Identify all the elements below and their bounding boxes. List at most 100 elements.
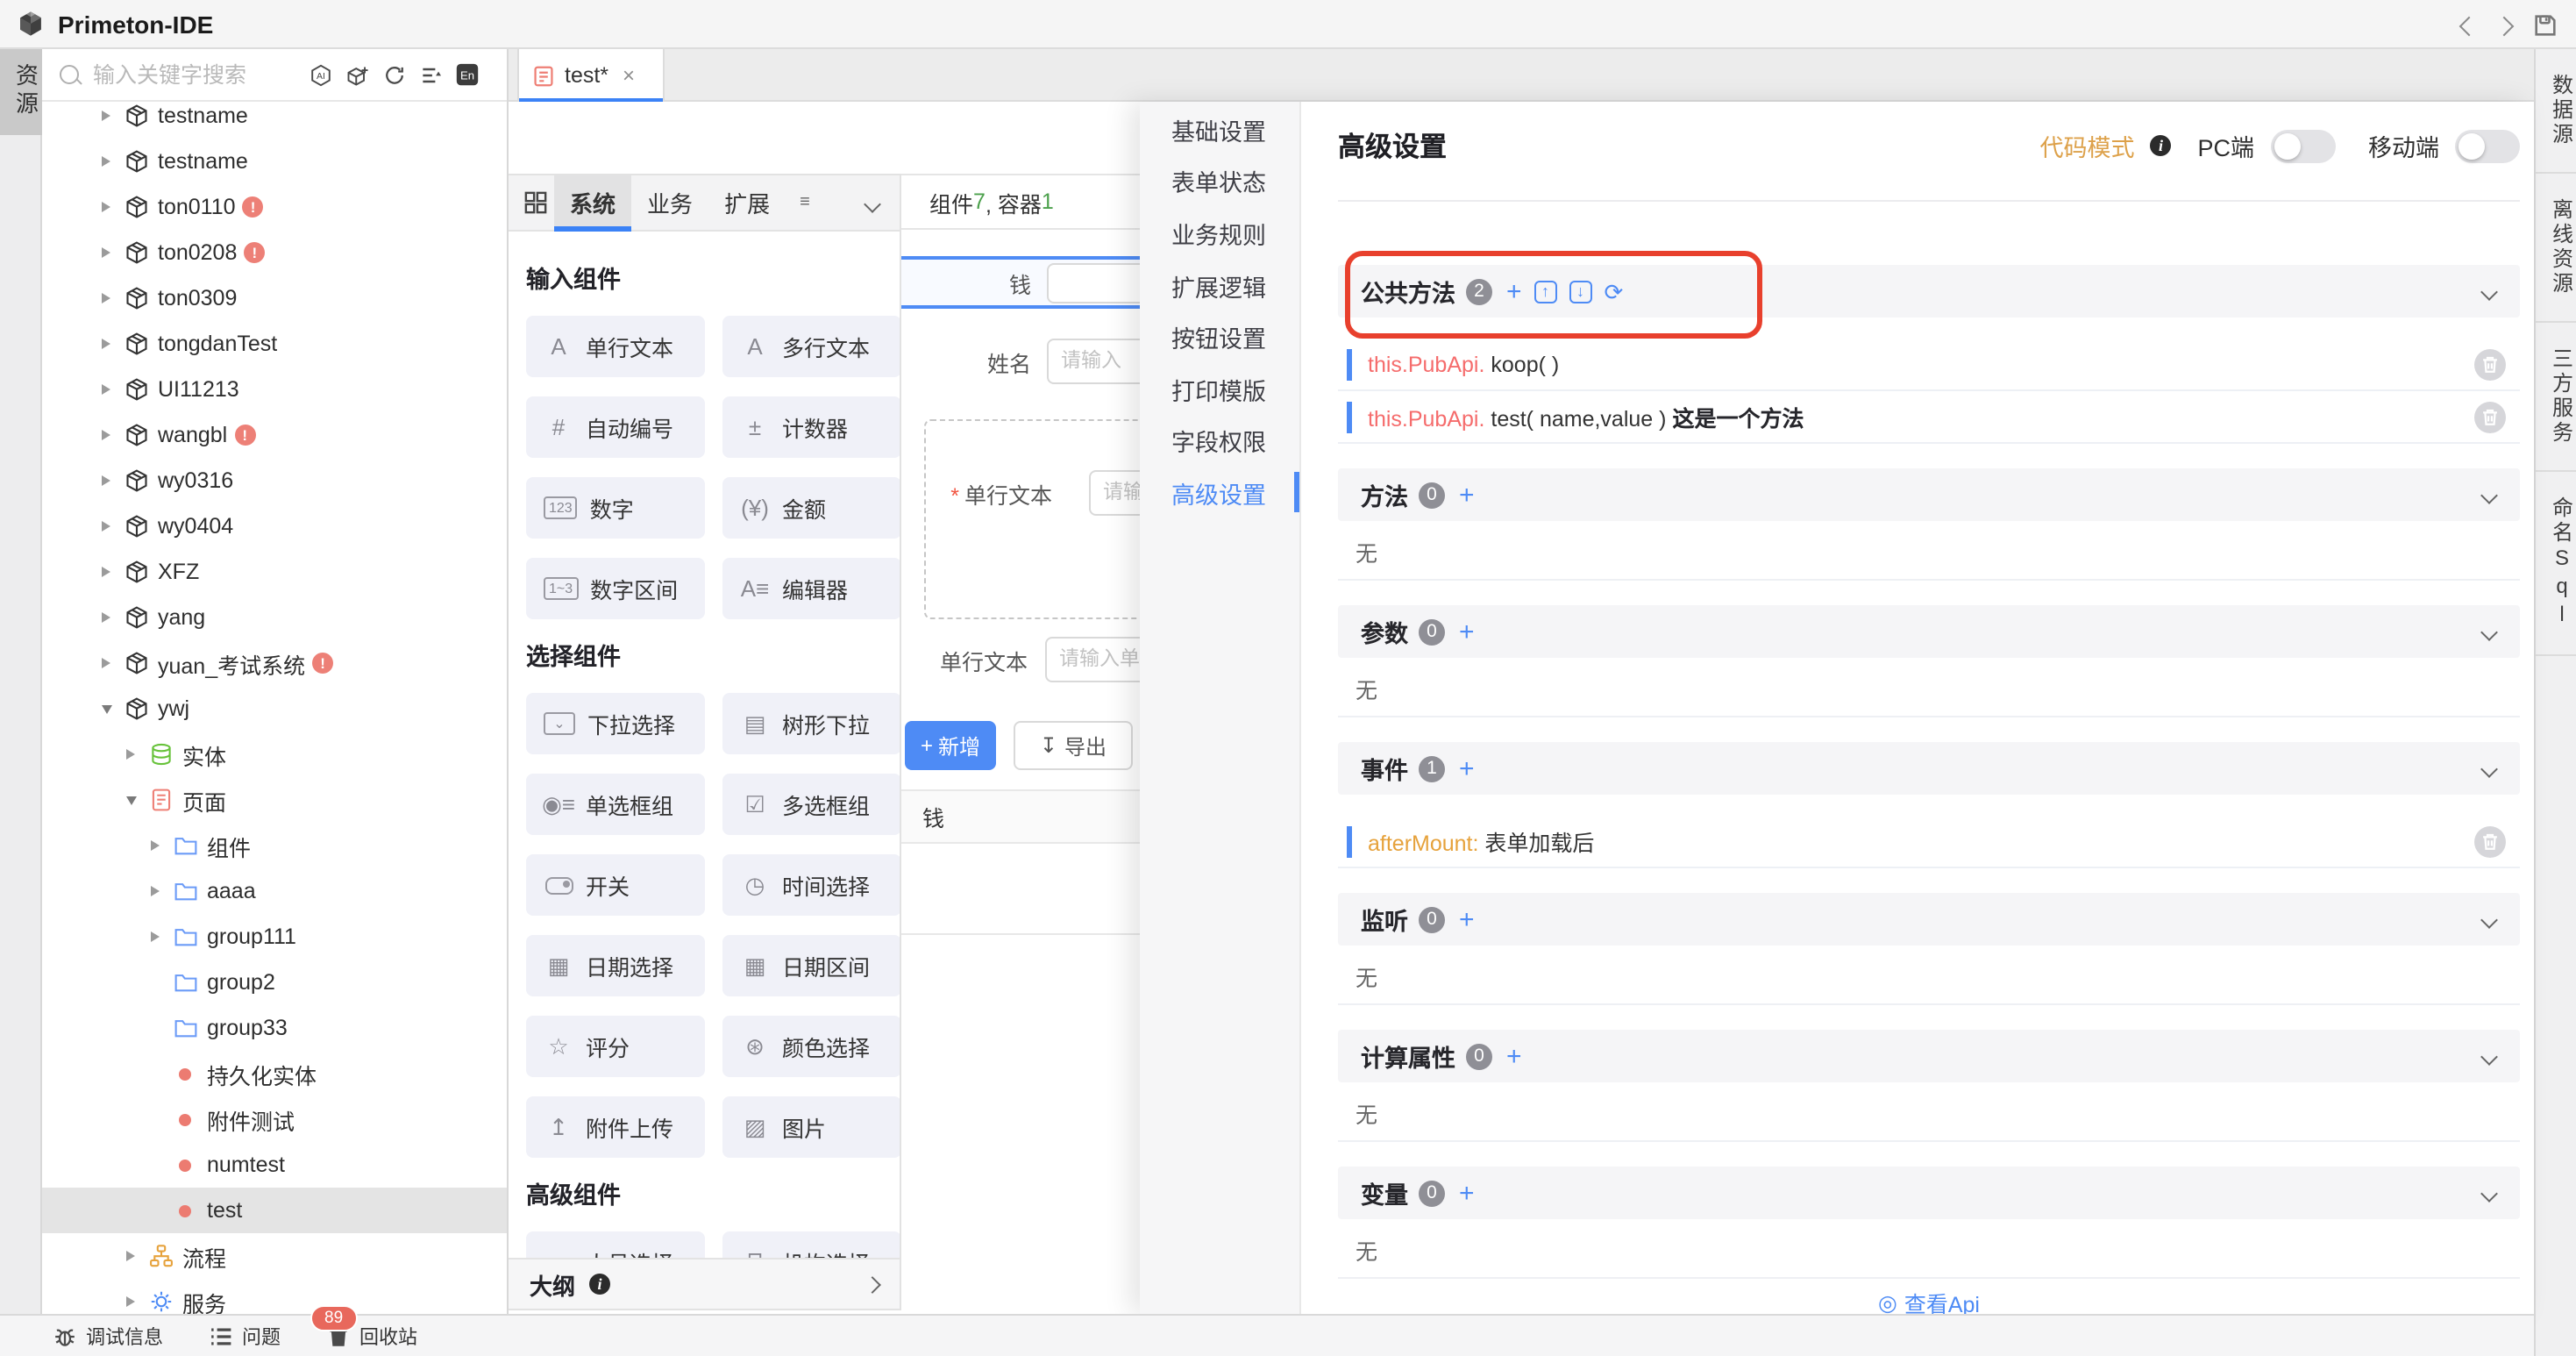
- tree-item-group33[interactable]: group33: [42, 1005, 507, 1051]
- bottom-bar-问题[interactable]: 问题89: [209, 1322, 281, 1350]
- add-icon[interactable]: +: [1459, 618, 1475, 645]
- export-button[interactable]: ↧导出: [1014, 721, 1133, 770]
- tree-item-group111[interactable]: group111: [42, 914, 507, 960]
- tree-item-UI11213[interactable]: UI11213: [42, 367, 507, 412]
- tree-item-tongdanTest[interactable]: tongdanTest: [42, 321, 507, 367]
- settings-menu-扩展逻辑[interactable]: 扩展逻辑: [1140, 260, 1299, 311]
- tree-item-实体[interactable]: 实体: [42, 732, 507, 777]
- palette-item-日期区间[interactable]: ▦日期区间: [722, 935, 901, 996]
- section-header-变量[interactable]: 变量0+: [1338, 1167, 2520, 1219]
- section-header-方法[interactable]: 方法0+: [1338, 468, 2520, 521]
- section-header-事件[interactable]: 事件1+: [1338, 742, 2520, 795]
- method-row[interactable]: afterMount: 表单加载后: [1338, 816, 2520, 868]
- tab-close-icon[interactable]: ×: [623, 65, 635, 86]
- expand-arrow-right[interactable]: [102, 339, 123, 349]
- palette-item-颜色选择[interactable]: ⊛颜色选择: [722, 1016, 901, 1077]
- single-text-input[interactable]: [1045, 637, 1140, 682]
- palette-item-附件上传[interactable]: ↥附件上传: [526, 1096, 705, 1158]
- palette-item-金额[interactable]: (¥)金额: [722, 477, 901, 539]
- import-icon[interactable]: ↓: [1569, 280, 1592, 303]
- expand-arrow-right[interactable]: [102, 475, 123, 486]
- expand-arrow-right[interactable]: [126, 749, 147, 760]
- tree-item-服务[interactable]: 服务: [42, 1279, 507, 1314]
- code-mode-info-icon[interactable]: i: [2150, 135, 2171, 156]
- expand-arrow-right[interactable]: [151, 886, 172, 896]
- rail-tab-离线资源[interactable]: 离线资源: [2536, 174, 2576, 323]
- expand-arrow-right[interactable]: [102, 658, 123, 668]
- tree-item-test[interactable]: test: [42, 1188, 507, 1233]
- tree-item-ywj[interactable]: ywj: [42, 686, 507, 732]
- expand-arrow-right[interactable]: [102, 202, 123, 212]
- add-icon[interactable]: +: [1506, 1043, 1522, 1069]
- palette-item-自动编号[interactable]: #自动编号: [526, 396, 705, 458]
- tree-item-wy0404[interactable]: wy0404: [42, 503, 507, 549]
- expand-arrow-right[interactable]: [151, 840, 172, 851]
- pc-toggle[interactable]: [2270, 129, 2335, 162]
- settings-menu-基础设置[interactable]: 基础设置: [1140, 103, 1299, 155]
- add-icon[interactable]: +: [1459, 1180, 1475, 1206]
- palette-item-日期选择[interactable]: ▦日期选择: [526, 935, 705, 996]
- palette-item-数字区间[interactable]: 1~3数字区间: [526, 558, 705, 619]
- ai-assistant-icon[interactable]: AI: [307, 61, 333, 88]
- chevron-down-icon[interactable]: [2480, 1185, 2498, 1203]
- expand-arrow-right[interactable]: [102, 247, 123, 258]
- chevron-down-icon[interactable]: [2480, 760, 2498, 778]
- section-header-参数[interactable]: 参数0+: [1338, 605, 2520, 658]
- palette-item-单选框组[interactable]: ◉≡单选框组: [526, 774, 705, 835]
- palette-item-多行文本[interactable]: A多行文本: [722, 316, 901, 377]
- refresh-icon[interactable]: ⟳: [1605, 280, 1624, 303]
- chevron-down-icon[interactable]: [2480, 911, 2498, 929]
- palette-tab-系统[interactable]: 系统: [554, 175, 631, 231]
- back-icon[interactable]: [2462, 11, 2476, 38]
- required-text-input[interactable]: [1089, 470, 1140, 516]
- mobile-toggle[interactable]: [2455, 129, 2520, 162]
- add-icon[interactable]: +: [1459, 906, 1475, 932]
- palette-item-下拉选择[interactable]: ⌄下拉选择: [526, 693, 705, 754]
- settings-menu-业务规则[interactable]: 业务规则: [1140, 207, 1299, 259]
- search-input[interactable]: [89, 61, 303, 89]
- palette-item-树形下拉[interactable]: ▤树形下拉: [722, 693, 901, 754]
- add-icon[interactable]: +: [1459, 482, 1475, 508]
- palette-item-评分[interactable]: ☆评分: [526, 1016, 705, 1077]
- expand-arrow-right[interactable]: [102, 567, 123, 577]
- add-icon[interactable]: +: [1506, 278, 1522, 304]
- tree-item-wy0316[interactable]: wy0316: [42, 458, 507, 503]
- bottom-bar-调试信息[interactable]: 调试信息: [53, 1322, 163, 1350]
- palette-item-图片[interactable]: ▨图片: [722, 1096, 901, 1158]
- money-input[interactable]: [1047, 263, 1140, 303]
- code-mode-link[interactable]: 代码模式: [2039, 128, 2134, 163]
- delete-icon[interactable]: [2474, 825, 2506, 857]
- palette-tab-业务[interactable]: 业务: [631, 175, 708, 231]
- expand-arrow-right[interactable]: [126, 1251, 147, 1261]
- new-module-icon[interactable]: [344, 61, 370, 88]
- tree-item-ton0309[interactable]: ton0309: [42, 275, 507, 321]
- tab-test[interactable]: test* ×: [517, 49, 665, 102]
- export-icon[interactable]: ↑: [1534, 280, 1557, 303]
- tree-item-ton0110[interactable]: ton0110!: [42, 184, 507, 230]
- expand-arrow-right[interactable]: [102, 612, 123, 623]
- component-grid-icon[interactable]: [524, 191, 547, 214]
- tree-item-wangbl[interactable]: wangbl!: [42, 412, 507, 458]
- delete-icon[interactable]: [2474, 348, 2506, 380]
- section-header-计算属性[interactable]: 计算属性0+: [1338, 1030, 2520, 1082]
- settings-menu-表单状态[interactable]: 表单状态: [1140, 155, 1299, 207]
- rail-tab-三方服务[interactable]: 三方服务: [2536, 323, 2576, 472]
- palette-item-单行文本[interactable]: A单行文本: [526, 316, 705, 377]
- expand-arrow-right[interactable]: [102, 384, 123, 395]
- dashed-group-container[interactable]: [924, 419, 1140, 619]
- tree-item-group2[interactable]: group2: [42, 960, 507, 1005]
- expand-arrow-right[interactable]: [126, 1296, 147, 1307]
- tree-item-XFZ[interactable]: XFZ: [42, 549, 507, 595]
- tree-item-numtest[interactable]: numtest: [42, 1142, 507, 1188]
- refresh-icon[interactable]: [381, 61, 407, 88]
- chevron-down-icon[interactable]: [2480, 624, 2498, 641]
- settings-menu-按钮设置[interactable]: 按钮设置: [1140, 311, 1299, 363]
- expand-arrow-right[interactable]: [102, 156, 123, 167]
- section-header-监听[interactable]: 监听0+: [1338, 893, 2520, 946]
- method-row[interactable]: this.PubApi. test( name,value ) 这是一个方法: [1338, 391, 2520, 444]
- tree-item-ton0208[interactable]: ton0208!: [42, 230, 507, 275]
- tree-item-持久化实体[interactable]: 持久化实体: [42, 1051, 507, 1096]
- tree-item-流程[interactable]: 流程: [42, 1233, 507, 1279]
- outline-expand-icon[interactable]: [864, 1275, 881, 1293]
- chevron-down-icon[interactable]: [2480, 487, 2498, 504]
